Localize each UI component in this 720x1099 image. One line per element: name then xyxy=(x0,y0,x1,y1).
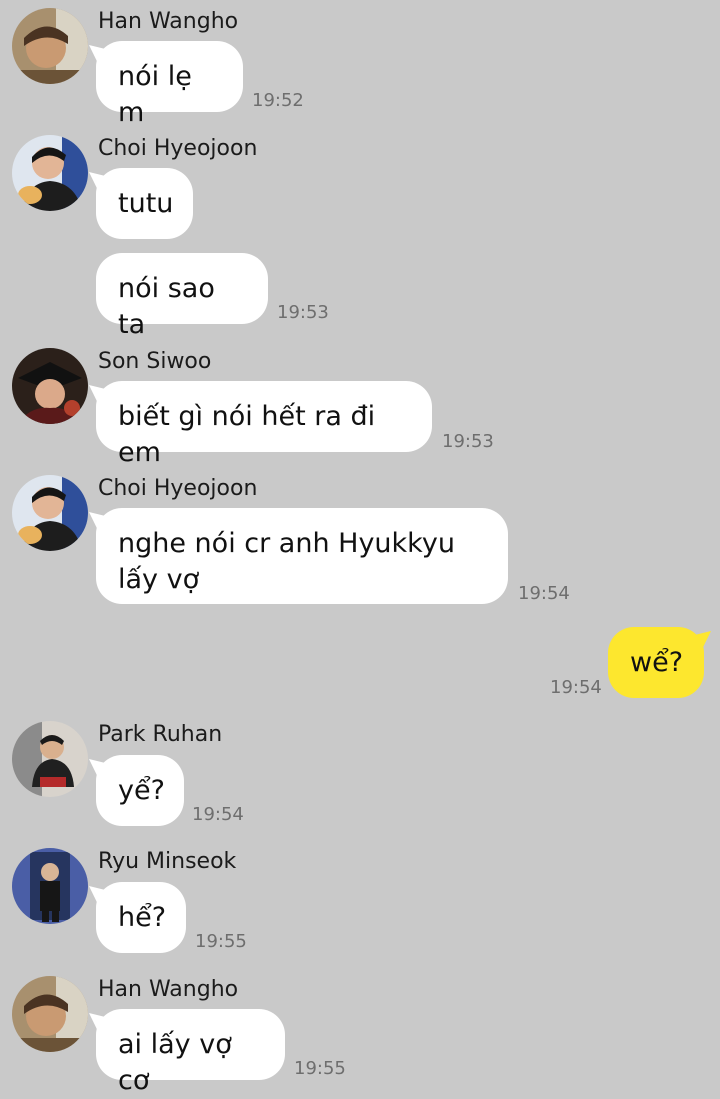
message-bubble[interactable]: nói sao ta xyxy=(96,253,268,340)
message-bubble[interactable]: nghe nói cr anh Hyukkyu lấy vợ xyxy=(96,508,508,604)
my-message-bubble[interactable]: wể? xyxy=(608,627,704,698)
message-timestamp: 19:54 xyxy=(550,677,602,698)
profile-photo-icon xyxy=(12,348,88,424)
message-timestamp: 19:53 xyxy=(277,302,329,323)
avatar-choi-hyeojoon[interactable] xyxy=(12,135,88,211)
message-bubble[interactable]: hể? xyxy=(96,882,186,953)
avatar-han-wangho[interactable] xyxy=(12,976,88,1052)
message-timestamp: 19:55 xyxy=(195,931,247,952)
sender-name: Choi Hyeojoon xyxy=(98,136,258,161)
avatar-park-ruhan[interactable] xyxy=(12,721,88,797)
avatar-son-siwoo[interactable] xyxy=(12,348,88,424)
avatar-han-wangho[interactable] xyxy=(12,8,88,84)
sender-name: Han Wangho xyxy=(98,977,239,1002)
profile-photo-icon xyxy=(12,721,88,797)
message-bubble[interactable]: yể? xyxy=(96,755,184,826)
sender-name: Park Ruhan xyxy=(98,722,223,747)
sender-name: Ryu Minseok xyxy=(98,849,237,874)
profile-photo-icon xyxy=(12,976,88,1052)
profile-photo-icon xyxy=(12,135,88,211)
message-timestamp: 19:55 xyxy=(294,1058,346,1079)
profile-photo-icon xyxy=(12,475,88,551)
message-bubble[interactable]: nói lẹ m xyxy=(96,41,243,128)
message-bubble[interactable]: ai lấy vợ cơ xyxy=(96,1009,285,1096)
message-timestamp: 19:54 xyxy=(192,804,244,825)
avatar-choi-hyeojoon[interactable] xyxy=(12,475,88,551)
sender-name: Son Siwoo xyxy=(98,349,212,374)
message-timestamp: 19:52 xyxy=(252,90,304,111)
message-timestamp: 19:54 xyxy=(518,583,570,604)
sender-name: Choi Hyeojoon xyxy=(98,476,258,501)
profile-photo-icon xyxy=(12,848,88,924)
message-bubble[interactable]: tutu xyxy=(96,168,193,239)
avatar-ryu-minseok[interactable] xyxy=(12,848,88,924)
profile-photo-icon xyxy=(12,8,88,84)
message-timestamp: 19:53 xyxy=(442,431,494,452)
sender-name: Han Wangho xyxy=(98,9,239,34)
message-bubble[interactable]: biết gì nói hết ra đi em xyxy=(96,381,432,468)
